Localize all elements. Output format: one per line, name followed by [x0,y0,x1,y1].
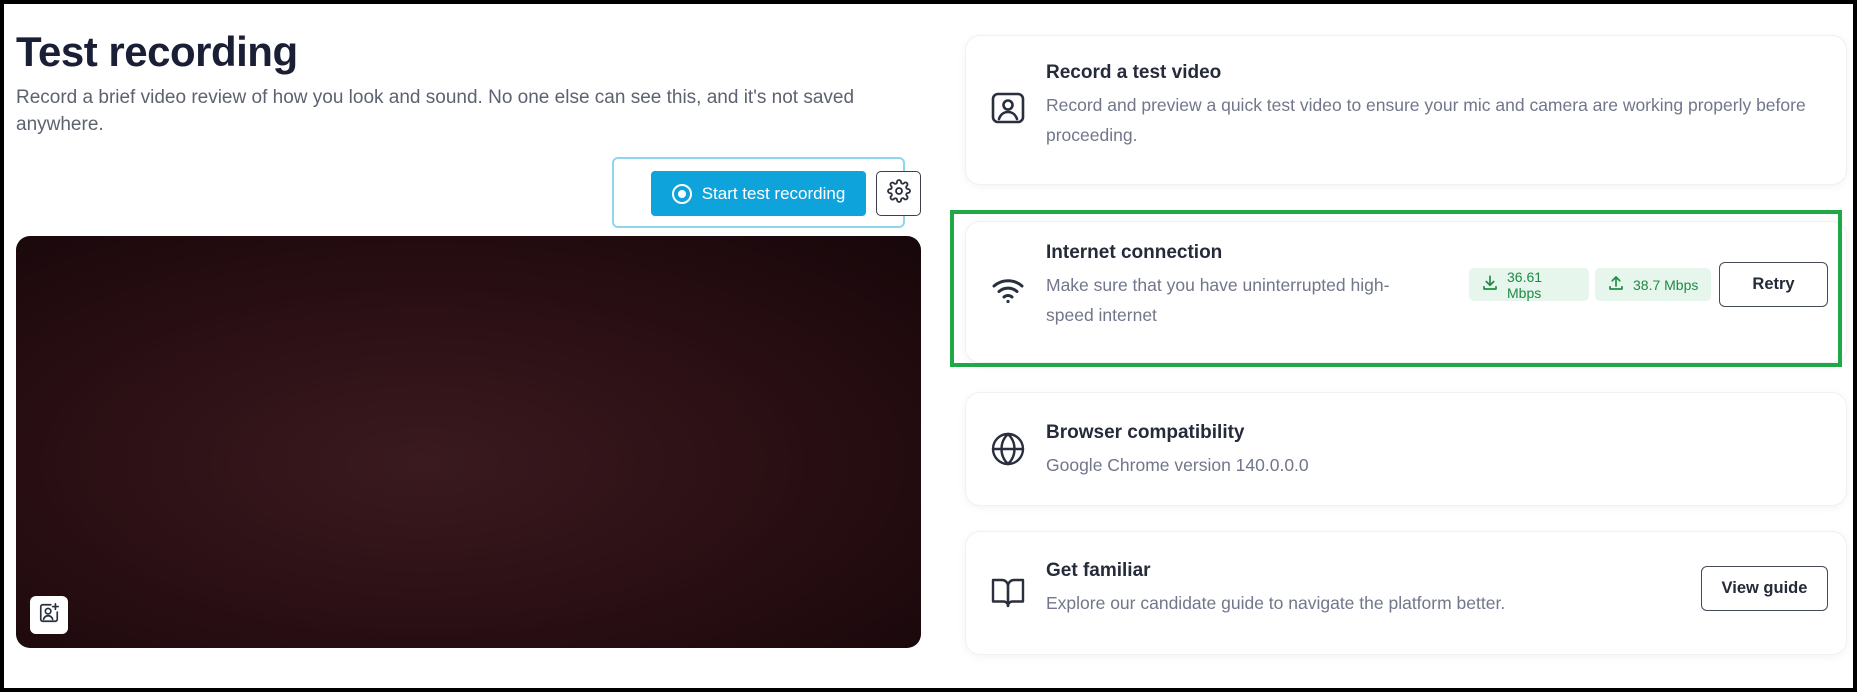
book-icon [988,572,1028,612]
record-test-video-card: Record a test video Record and preview a… [966,36,1846,184]
page-title: Test recording [16,28,298,75]
add-user-icon [38,602,60,629]
browser-card-title: Browser compatibility [1046,422,1245,443]
get-familiar-card: Get familiar Explore our candidate guide… [966,532,1846,654]
browser-card-description: Google Chrome version 140.0.0.0 [1046,455,1309,475]
globe-icon [988,429,1028,469]
record-card-title: Record a test video [1046,62,1222,83]
gear-icon [886,179,911,208]
familiar-card-title: Get familiar [1046,560,1151,581]
settings-button[interactable] [876,171,921,216]
start-test-recording-label: Start test recording [701,183,846,203]
highlight-box [950,210,1842,367]
page-subtitle: Record a brief video review of how you l… [16,87,855,135]
recording-controls: Start test recording [612,157,921,229]
camera-preview [16,236,921,648]
view-guide-button[interactable]: View guide [1701,566,1828,611]
familiar-card-description: Explore our candidate guide to navigate … [1046,593,1506,613]
record-card-description: Record and preview a quick test video to… [1046,95,1806,145]
start-test-recording-button[interactable]: Start test recording [651,171,866,216]
test-recording-panel: Test recording Record a brief video revi… [16,26,922,138]
portrait-toggle-button[interactable] [30,596,68,634]
record-icon [671,183,692,204]
browser-compatibility-card: Browser compatibility Google Chrome vers… [966,393,1846,505]
webcam-icon [988,88,1028,128]
